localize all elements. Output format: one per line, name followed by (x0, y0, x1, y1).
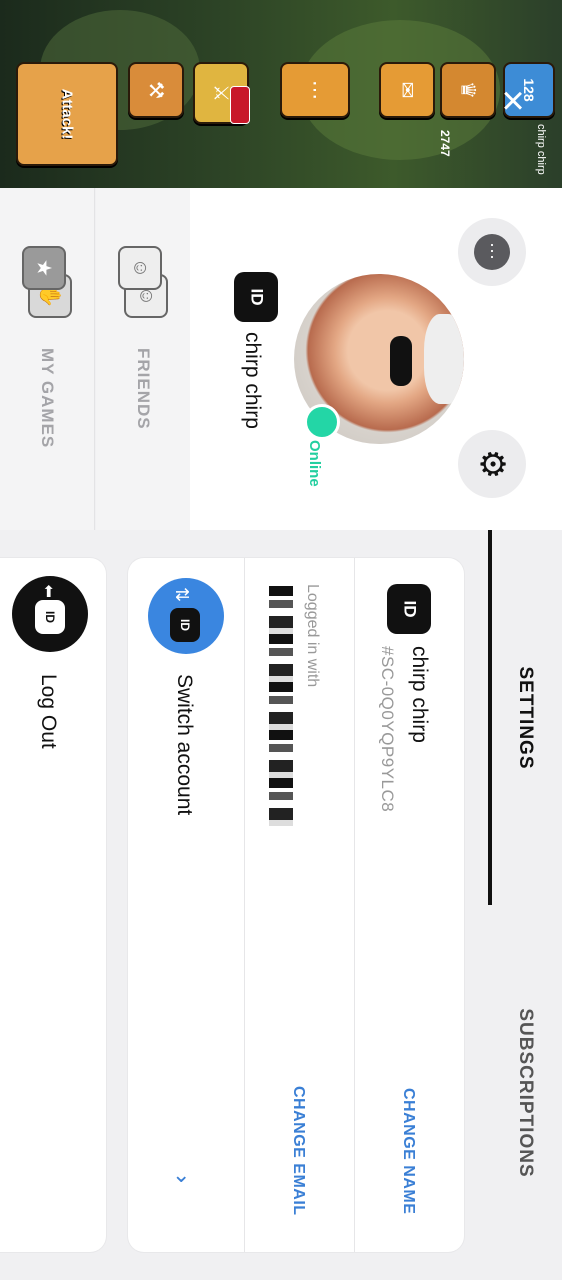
id-badge-icon: ID (387, 584, 431, 634)
id-badge-text: ID (247, 288, 266, 306)
profile-header: ⋯ ID chirp chirp Online ⚙ (190, 188, 562, 530)
more-icon: ⋯ (474, 234, 510, 270)
my-games-icon: ✋ ★ (22, 246, 72, 318)
online-status-dot (304, 404, 340, 440)
chat-icon: ⋯ (303, 80, 326, 100)
logout-arrow-icon: ⬆ (42, 584, 56, 601)
gear-icon: ⚙ (473, 448, 511, 480)
online-status-label: Online (306, 440, 323, 487)
account-card: ID chirp chirp #SC-0Q0YQP9YLC8 CHANGE NA… (128, 558, 464, 1252)
mail-icon: ✉ (395, 81, 418, 99)
logout-button[interactable]: ⬆ ID Log Out (0, 558, 106, 1252)
trophy-button[interactable]: ♛ (440, 62, 496, 118)
id-badge-text: ID (400, 600, 419, 618)
mail-button[interactable]: ✉ (379, 62, 435, 118)
id-mini-text: ID (43, 611, 57, 623)
id-mini-text: ID (178, 619, 192, 631)
close-icon[interactable]: × (494, 81, 532, 121)
attack-button[interactable]: Attack! (16, 62, 118, 166)
settings-button[interactable]: ⚙ (458, 430, 526, 498)
game-background: Attack! ⚒ ⚔ ⋯ ✉ ♛ 128 2747 chirp chirp × (0, 0, 562, 188)
id-mini-icon: ID (35, 600, 65, 634)
logged-in-with-label: Logged in with (304, 584, 321, 688)
profile-name: chirp chirp (241, 332, 264, 429)
redacted-email (269, 586, 293, 826)
avatar-glasses (390, 336, 412, 386)
tab-settings-label: SETTINGS (515, 665, 536, 770)
hammer-icon: ⚒ (144, 81, 167, 99)
tab-bar: SETTINGS SUBSCRIPTIONS (488, 530, 562, 1280)
tab-subscriptions-label: SUBSCRIPTIONS (515, 1007, 536, 1178)
nav-friends[interactable]: ☺ ☺ FRIENDS (96, 188, 190, 530)
my-games-label: MY GAMES (38, 348, 57, 449)
login-row: Logged in with CHANGE EMAIL (244, 558, 355, 1252)
notification-badge (230, 86, 250, 124)
change-email-link[interactable]: CHANGE EMAIL (289, 1086, 307, 1216)
switch-account-icon: ⇅ ID (148, 578, 224, 654)
account-panel: ✋ ★ MY GAMES ☺ ☺ FRIENDS ⋯ ID chirp chir… (0, 188, 562, 1280)
trophy-icon: ♛ (456, 81, 479, 99)
change-name-link[interactable]: CHANGE NAME (399, 1088, 417, 1214)
account-name-row: ID chirp chirp #SC-0Q0YQP9YLC8 CHANGE NA… (354, 558, 465, 1252)
more-button[interactable]: ⋯ (458, 218, 526, 286)
star-card-icon: ★ (22, 246, 66, 290)
id-mini-icon: ID (170, 608, 200, 642)
logout-icon: ⬆ ID (12, 576, 88, 652)
account-tag: #SC-0Q0YQP9YLC8 (378, 646, 397, 813)
tab-active-indicator (488, 530, 492, 905)
switch-account-label: Switch account (173, 674, 196, 816)
friends-label: FRIENDS (134, 348, 153, 430)
id-badge-icon: ID (234, 272, 278, 322)
attack-label: Attack! (58, 88, 76, 140)
tab-subscriptions[interactable]: SUBSCRIPTIONS (488, 905, 562, 1280)
logout-label: Log Out (37, 674, 60, 749)
chevron-down-icon[interactable]: ⌄ (172, 1162, 190, 1188)
builder-button[interactable]: ⚒ (128, 62, 184, 118)
friends-icon: ☺ ☺ (118, 246, 168, 318)
game-player-name: chirp chirp (535, 124, 547, 175)
nav-my-games[interactable]: ✋ ★ MY GAMES (0, 188, 95, 530)
switch-account-row[interactable]: ⇅ ID Switch account ⌄ (128, 558, 244, 1252)
swap-arrows-icon: ⇅ (172, 586, 193, 603)
avatar-hair (424, 314, 464, 404)
chat-button[interactable]: ⋯ (280, 62, 350, 118)
account-name: chirp chirp (408, 646, 431, 743)
trophy-count: 2747 (438, 130, 452, 157)
tab-settings[interactable]: SETTINGS (488, 530, 562, 905)
friend-card-icon: ☺ (118, 246, 162, 290)
